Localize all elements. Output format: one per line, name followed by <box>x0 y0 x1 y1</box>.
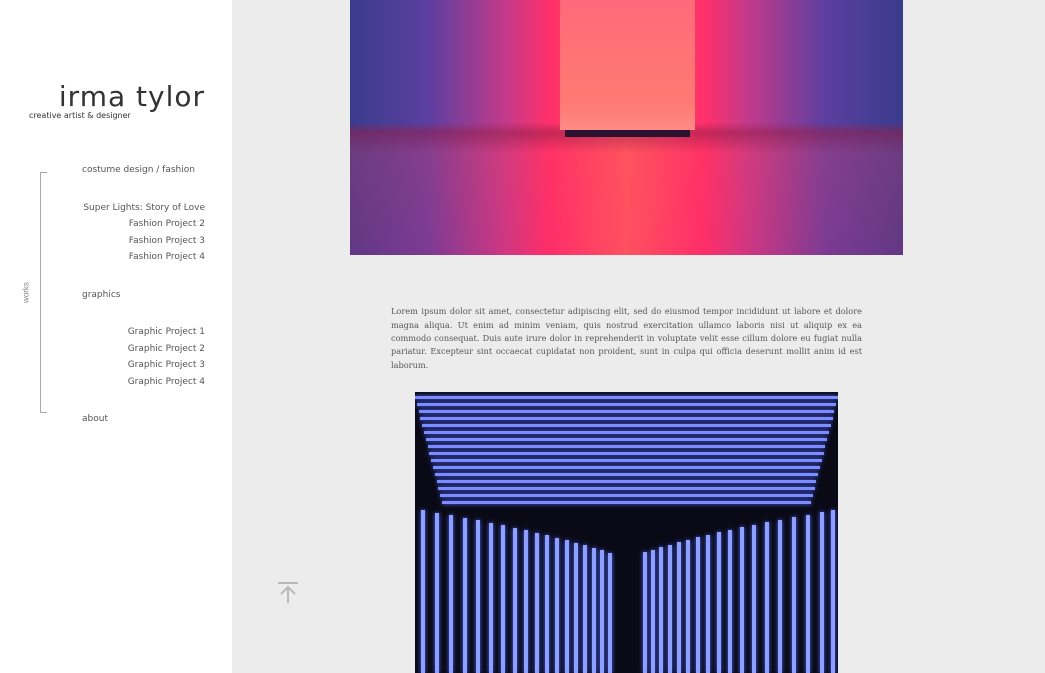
neon-tubes-room-image <box>415 392 838 673</box>
ceiling-tube <box>436 480 817 483</box>
nav-item-fashion-project-4[interactable]: Fashion Project 4 <box>129 252 205 262</box>
ceiling-tube <box>434 473 819 476</box>
ceiling-tube <box>438 487 815 490</box>
ceiling-tube <box>425 438 828 441</box>
sidebar: irma tylor creative artist & designer wo… <box>0 0 232 673</box>
wall-tube-left <box>489 522 493 673</box>
wall-tube-right <box>668 544 672 673</box>
wall-tube-left <box>555 537 559 673</box>
ceiling-tube <box>427 445 826 448</box>
ceiling-tube <box>442 501 811 504</box>
nav-item-fashion-project-3[interactable]: Fashion Project 3 <box>129 236 205 246</box>
ceiling-tube <box>424 431 829 434</box>
ceiling-tube <box>431 459 822 462</box>
works-bracket-divider <box>40 172 47 413</box>
site-tagline: creative artist & designer <box>29 111 131 120</box>
wall-tube-left <box>545 535 549 673</box>
wall-tube-left <box>583 545 587 673</box>
wall-tube-left <box>524 530 528 673</box>
ceiling-tube <box>418 410 835 413</box>
nav-item-super-lights[interactable]: Super Lights: Story of Love <box>83 203 205 213</box>
corridor-doorway <box>565 130 690 137</box>
nav-item-graphic-project-2[interactable]: Graphic Project 2 <box>128 344 205 354</box>
nav-item-graphic-project-1[interactable]: Graphic Project 1 <box>128 327 205 337</box>
wall-tube-right <box>696 537 700 673</box>
neon-corridor-image <box>350 0 903 255</box>
ceiling-tube <box>422 424 831 427</box>
wall-tube-left <box>600 550 604 673</box>
wall-tube-left <box>435 512 439 673</box>
wall-tube-right <box>831 509 835 673</box>
site-title[interactable]: irma tylor <box>59 80 205 113</box>
ceiling-tube <box>415 396 838 399</box>
nav-item-graphic-project-3[interactable]: Graphic Project 3 <box>128 360 205 370</box>
wall-tube-left <box>421 510 425 673</box>
wall-tube-right <box>765 522 769 673</box>
ceiling-tube <box>433 466 820 469</box>
wall-tube-right <box>778 519 782 673</box>
wall-tube-right <box>740 527 744 673</box>
wall-tube-right <box>806 514 810 673</box>
wall-tube-right <box>643 552 647 673</box>
wall-tube-right <box>792 517 796 673</box>
ceiling-tube <box>429 452 824 455</box>
nav-item-fashion-project-2[interactable]: Fashion Project 2 <box>129 219 205 229</box>
nav-section-graphics[interactable]: graphics <box>82 290 120 300</box>
nav-section-about[interactable]: about <box>82 414 108 424</box>
nav-item-graphic-project-4[interactable]: Graphic Project 4 <box>128 377 205 387</box>
wall-tube-right <box>706 534 710 673</box>
wall-tube-left <box>449 515 453 673</box>
wall-tube-right <box>686 539 690 673</box>
wall-tube-right <box>728 529 732 673</box>
arrow-up-to-line-icon <box>278 582 298 603</box>
wall-tube-left <box>513 527 517 673</box>
wall-tube-right <box>752 524 756 673</box>
ceiling-tube <box>420 417 833 420</box>
wall-tube-left <box>574 542 578 673</box>
nav-section-costume-design[interactable]: costume design / fashion <box>82 165 195 175</box>
wall-tube-left <box>565 540 569 673</box>
wall-tube-left <box>501 525 505 673</box>
wall-tube-right <box>651 549 655 673</box>
ceiling-tube <box>440 494 813 497</box>
wall-tube-right <box>820 512 824 673</box>
wall-tube-left <box>476 520 480 673</box>
project-description: Lorem ipsum dolor sit amet, consectetur … <box>391 306 862 370</box>
works-label: works <box>21 282 31 303</box>
wall-tube-right <box>659 547 663 673</box>
scroll-to-top-button[interactable] <box>277 581 299 605</box>
corridor-glow <box>560 0 695 130</box>
wall-tube-right <box>677 542 681 673</box>
wall-tube-left <box>608 552 612 673</box>
ceiling-tube <box>416 403 837 406</box>
wall-tube-left <box>592 547 596 673</box>
wall-tube-left <box>535 532 539 673</box>
wall-tube-right <box>717 532 721 673</box>
wall-tube-left <box>463 517 467 673</box>
